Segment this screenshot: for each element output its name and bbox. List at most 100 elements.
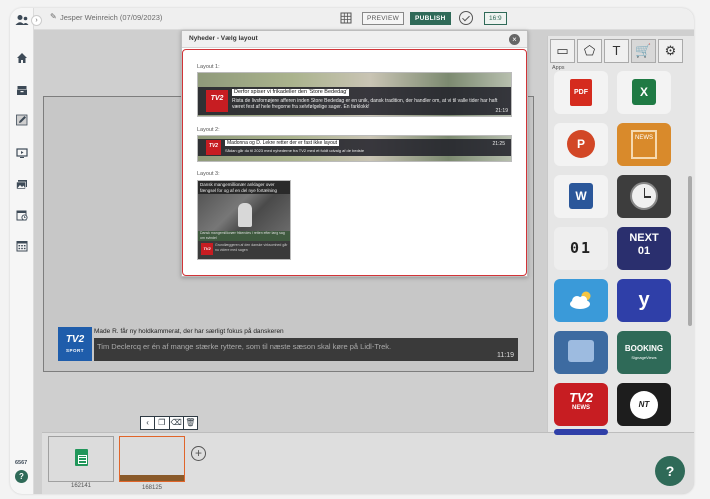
eraser-icon[interactable]: ⌫ — [169, 417, 183, 429]
app-clock[interactable] — [617, 175, 671, 218]
ticker-text: Tim Declercq er én af mange stærke rytte… — [97, 342, 392, 351]
app-news[interactable]: NEWS — [617, 123, 671, 166]
ticker-headline: Made R. får ny holdkammerat, der har sær… — [94, 328, 284, 335]
collapse-sidebar-button[interactable]: › — [31, 15, 42, 26]
layout-1-label: Layout 1: — [197, 64, 220, 70]
pdf-icon: PDF — [570, 79, 592, 106]
shapes-icon[interactable]: ⬠ — [577, 39, 602, 63]
back-icon[interactable]: ‹ — [141, 417, 155, 429]
app-weather[interactable] — [554, 279, 608, 322]
excel-icon: X — [632, 79, 656, 105]
app-powerpoint[interactable]: P — [554, 123, 608, 166]
inbox-icon[interactable] — [15, 84, 29, 96]
tv2-title: TV2 — [569, 390, 593, 405]
users-icon[interactable] — [15, 14, 29, 26]
home-icon[interactable] — [15, 52, 29, 64]
grid-icon[interactable] — [340, 12, 352, 24]
booking-icon: BOOKING SignageViews — [617, 344, 671, 362]
calendar-clock-icon[interactable] — [15, 209, 29, 221]
news-icon: NEWS — [631, 130, 657, 159]
layout-option-2[interactable]: TV2 Madonna og D. Lekre retter der er fa… — [197, 135, 512, 162]
item-count: 6567 — [15, 460, 28, 466]
layout-2-time: 21:25 — [492, 141, 505, 147]
next-icon: NEXT 01 — [622, 232, 666, 258]
slide-thumbnail-1[interactable]: 162141 — [48, 436, 114, 489]
app-pdf[interactable]: PDF — [554, 71, 608, 114]
publish-button[interactable]: PUBLISH — [410, 12, 451, 25]
panel-scrollbar[interactable] — [688, 176, 692, 326]
preview-button[interactable]: PREVIEW — [362, 12, 405, 25]
add-slide-button[interactable]: + — [191, 446, 206, 461]
next-title: NEXT — [629, 232, 659, 244]
layout-3-top-text: Dansk mangemillionær anklager over fængs… — [198, 181, 290, 194]
logo-sub: SPORT — [65, 348, 84, 353]
duplicate-icon[interactable]: ❐ — [155, 417, 169, 429]
tv2-logo: TV2 — [206, 140, 221, 155]
nt-icon: NT — [630, 391, 658, 419]
calendar-grid-icon[interactable] — [15, 240, 29, 252]
yeti-icon: y — [638, 289, 650, 311]
app-nt[interactable]: NT — [617, 383, 671, 426]
element-toolbar: ‹ ❐ ⌫ 🗑 — [140, 416, 198, 430]
author-label: Jesper Weinreich (07/09/2023) — [60, 13, 163, 22]
word-icon: W — [569, 183, 593, 209]
app-excel[interactable]: X — [617, 71, 671, 114]
layout-1-headline: Derfor spiser vi frikadeller den 'Store … — [232, 89, 350, 96]
image-icon[interactable]: ▭ — [550, 39, 575, 63]
slide-label-1: 162141 — [70, 483, 92, 489]
app-tv2-news[interactable]: TV2 NEWS — [554, 383, 608, 426]
layout-2-text: Sådan går du til 2023 med nyhederne fra … — [225, 148, 365, 153]
right-panel: ▭ ⬠ T 🛒 ⚙ Apps PDF X P NEWS W 01 NEXT 01… — [547, 36, 694, 435]
slide-label-2: 168125 — [141, 485, 163, 491]
text-icon[interactable]: T — [604, 39, 629, 63]
app-counter[interactable]: 01 — [554, 227, 608, 270]
powerpoint-icon: P — [567, 130, 595, 158]
news-ticker-widget[interactable]: TV2 SPORT Made R. får ny holdkammerat, d… — [58, 327, 528, 362]
tv2-sport-logo: TV2 SPORT — [58, 327, 92, 361]
clock-icon — [630, 182, 658, 210]
layout-option-3[interactable]: Dansk mangemillionær anklager over fængs… — [197, 180, 291, 260]
check-circle-icon[interactable] — [459, 11, 473, 25]
layout-1-text: Rista de livsfornøjere afferen inden Sto… — [232, 98, 498, 110]
help-small-icon[interactable]: ? — [15, 470, 28, 483]
logo-text: TV2 — [65, 334, 85, 345]
ticker-bar: Tim Declercq er én af mange stærke rytte… — [94, 338, 518, 361]
gallery-icon[interactable] — [15, 178, 29, 190]
app-booking[interactable]: BOOKING SignageViews — [617, 331, 671, 374]
app-word[interactable]: W — [554, 175, 608, 218]
close-icon[interactable]: × — [509, 34, 520, 45]
layout-1-time: 21:19 — [495, 108, 508, 114]
app-signage[interactable] — [554, 331, 608, 374]
layout-option-1[interactable]: TV2 Derfor spiser vi frikadeller den 'St… — [197, 72, 512, 117]
layout-3-label: Layout 3: — [197, 171, 220, 177]
trash-icon[interactable]: 🗑 — [183, 417, 197, 429]
settings-icon[interactable]: ⚙ — [658, 39, 683, 63]
edit-icon[interactable] — [15, 114, 29, 126]
pencil-icon[interactable]: ✎ — [50, 12, 57, 21]
modal-title: Nyheder - Vælg layout — [189, 35, 258, 42]
cart-icon[interactable]: 🛒 — [631, 39, 656, 63]
app-yeti[interactable]: y — [617, 279, 671, 322]
weather-icon — [570, 291, 591, 309]
spreadsheet-icon — [75, 449, 88, 466]
aspect-ratio-button[interactable]: 16:9 — [484, 12, 507, 25]
app-next[interactable]: NEXT 01 — [617, 227, 671, 270]
monitor-icon[interactable] — [15, 147, 29, 159]
layout-2-headline: Madonna og D. Lekre retter der er fast i… — [225, 140, 340, 146]
booking-sub: SignageViews — [631, 355, 657, 360]
app-partial[interactable] — [554, 429, 608, 435]
left-sidebar: 6567 ? — [10, 8, 34, 494]
tv2-sub: NEWS — [572, 405, 590, 411]
tv2-logo: TV2 — [201, 243, 213, 255]
next-sub: 01 — [637, 245, 651, 257]
slide-thumbnail-2[interactable]: 168125 — [119, 436, 185, 491]
signage-touch-icon — [568, 340, 594, 362]
top-bar: ✎ Jesper Weinreich (07/09/2023) PREVIEW … — [10, 8, 694, 30]
layout-3-bottom-text: Grundlæggeren af den danske virksomhed g… — [215, 243, 288, 252]
counter-icon: 01 — [569, 239, 593, 257]
booking-title: BOOKING — [624, 344, 664, 353]
modal-body: Layout 1: TV2 Derfor spiser vi frikadell… — [182, 49, 527, 276]
tv2-news-icon: TV2 NEWS — [554, 391, 608, 412]
help-button[interactable]: ? — [655, 456, 685, 486]
panel-tabs: ▭ ⬠ T 🛒 ⚙ — [550, 39, 685, 63]
